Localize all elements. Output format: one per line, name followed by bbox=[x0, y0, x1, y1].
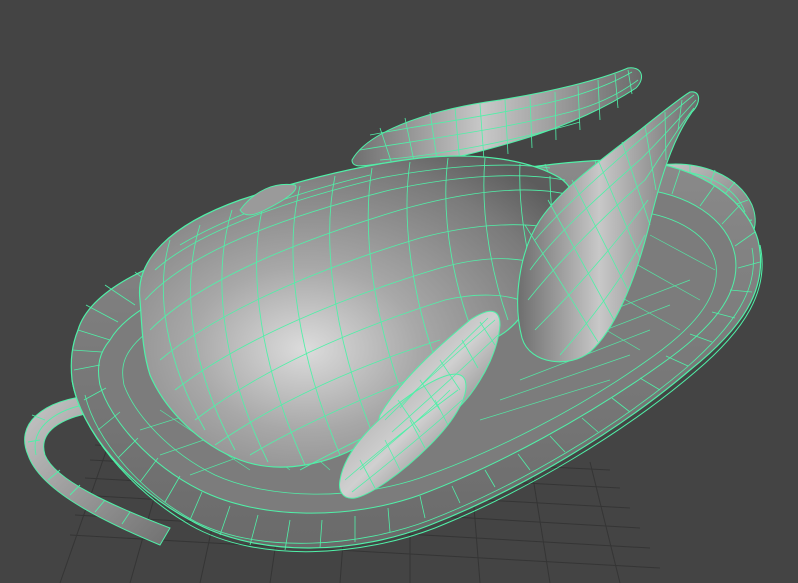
viewport-canvas[interactable] bbox=[0, 0, 798, 583]
3d-viewport[interactable] bbox=[0, 0, 798, 583]
turkey-leg-back[interactable] bbox=[351, 67, 643, 167]
